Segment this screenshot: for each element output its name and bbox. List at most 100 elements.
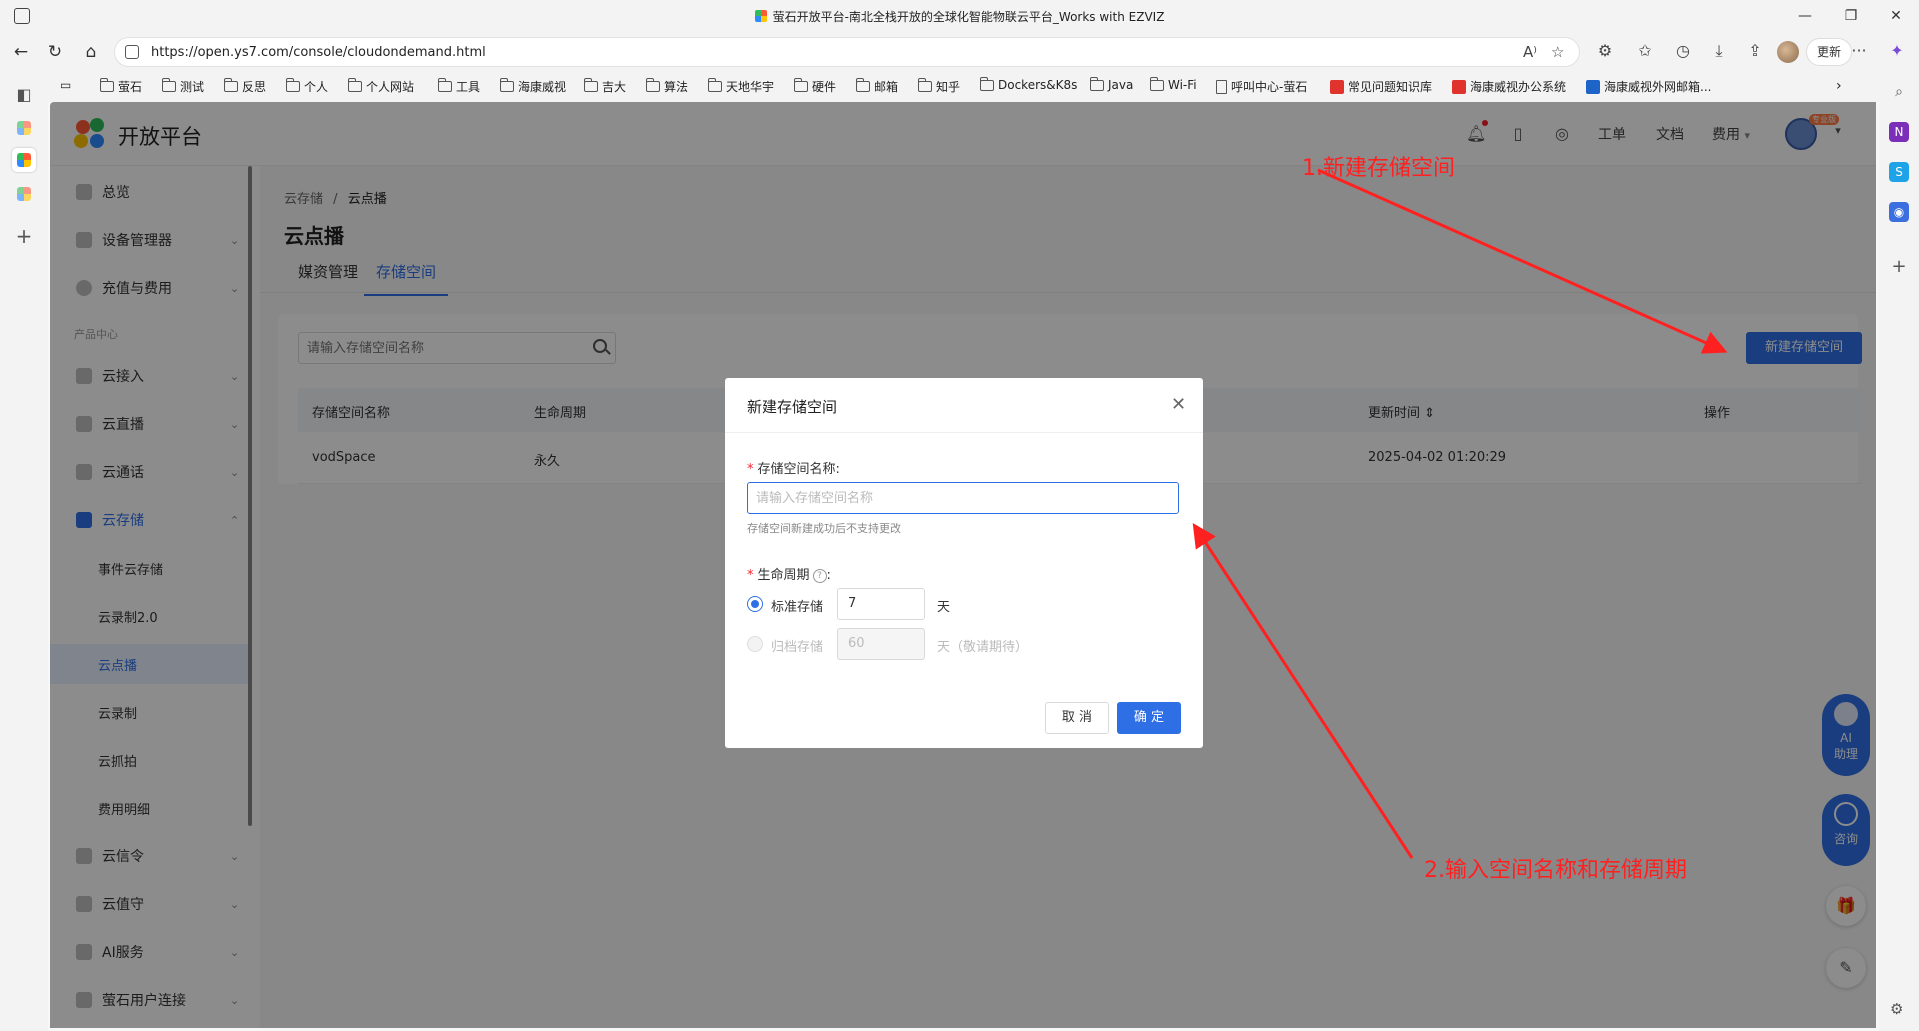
page-viewport: 开放平台 🔔︎ ▯ ◎ 工单 文档 费用 ▾ 专业版 ▾ 总览 设备管理器 ⌄ 充…	[50, 102, 1876, 1028]
ezviz-active-tab-icon[interactable]	[12, 148, 36, 172]
read-aloud-icon[interactable]: A⁾	[1523, 43, 1537, 61]
bookmark-item[interactable]: 海康威视办公系统	[1452, 78, 1566, 95]
bookmark-item[interactable]: 个人网站	[348, 78, 414, 95]
browser-right-rail: ⌕ N S ◉ +	[1879, 72, 1919, 1031]
ezviz-tab-icon[interactable]	[12, 116, 36, 140]
new-tab-plus-icon[interactable]: +	[12, 224, 36, 248]
red-badge-icon	[1330, 79, 1344, 94]
bookmark-item[interactable]: 吉大	[584, 78, 626, 95]
settings-gear-icon[interactable]: ⚙	[1890, 1000, 1903, 1018]
copilot-icon[interactable]: ✦	[1886, 41, 1908, 60]
bookmark-item[interactable]: 个人	[286, 78, 328, 95]
window-title: 萤石开放平台-南北全栈开放的全球化智能物联云平台_Works with EZVI…	[0, 8, 1919, 25]
folder-icon	[100, 78, 114, 92]
ezviz-logo-icon	[17, 121, 31, 135]
page-icon	[1216, 79, 1227, 94]
bookmark-item[interactable]: 海康威视	[500, 78, 566, 95]
name-field-label: * 存储空间名称:	[747, 462, 840, 477]
folder-icon	[162, 78, 176, 92]
standard-storage-radio[interactable]	[747, 596, 763, 612]
folder-icon	[708, 78, 722, 92]
bookmark-item[interactable]: 萤石	[100, 78, 142, 95]
extensions-icon[interactable]: ⚙	[1594, 41, 1616, 60]
url-text[interactable]: https://open.ys7.com/console/cloudondema…	[151, 45, 486, 60]
close-icon[interactable]: ✕	[1171, 394, 1186, 415]
skype-icon[interactable]: S	[1889, 162, 1909, 182]
url-field[interactable]: https://open.ys7.com/console/cloudondema…	[114, 37, 1580, 67]
dialog-divider	[725, 432, 1203, 433]
folder-icon	[918, 78, 932, 92]
folder-icon	[348, 78, 362, 92]
minimize-button[interactable]: —	[1782, 0, 1828, 32]
favorites-icon[interactable]: ✩	[1634, 41, 1656, 60]
favorite-star-icon[interactable]: ☆	[1551, 43, 1564, 61]
bookmark-item[interactable]: 反思	[224, 78, 266, 95]
folder-icon	[584, 78, 598, 92]
help-icon[interactable]: ?	[812, 569, 827, 583]
archive-storage-label: 归档存储	[771, 640, 824, 655]
onenote-icon[interactable]: N	[1889, 122, 1909, 142]
bookmark-apps-icon[interactable]: ▭	[60, 78, 71, 92]
standard-days-unit: 天	[937, 600, 951, 615]
storage-name-input[interactable]	[747, 482, 1179, 514]
update-button[interactable]: 更新	[1806, 38, 1853, 66]
bookmark-item[interactable]: 邮箱	[856, 78, 898, 95]
folder-icon	[500, 78, 514, 92]
back-button[interactable]: ←	[8, 40, 34, 64]
bookmark-item[interactable]: Dockers&K8s	[980, 76, 1077, 92]
bookmark-item[interactable]: Java	[1090, 76, 1133, 92]
maximize-button[interactable]: ❐	[1828, 0, 1874, 32]
ezviz-logo-icon	[17, 187, 31, 201]
window-titlebar: 萤石开放平台-南北全栈开放的全球化智能物联云平台_Works with EZVI…	[0, 0, 1919, 32]
ezviz-favicon-icon	[754, 10, 767, 22]
browser-left-rail: ◧ +	[0, 72, 48, 1031]
refresh-button[interactable]: ↻	[42, 40, 68, 64]
bookmark-item[interactable]: 天地华宇	[708, 78, 774, 95]
sidebar-toggle-icon[interactable]: ◧	[12, 82, 36, 106]
folder-icon	[224, 78, 238, 92]
close-window-button[interactable]: ✕	[1873, 0, 1919, 32]
create-storage-dialog: 新建存储空间 ✕ *存储空间名称: 存储空间新建成功后不支持更改 *生命周期?:…	[725, 378, 1203, 748]
home-button[interactable]: ⌂	[78, 40, 104, 64]
bookmark-item[interactable]: 算法	[646, 78, 688, 95]
standard-days-input[interactable]: 7	[837, 588, 925, 620]
bookmarks-bar: ▭ 萤石 测试 反思 个人 个人网站 工具 海康威视 吉大 算法 天地华宇 硬件…	[0, 72, 1919, 102]
cancel-button[interactable]: 取 消	[1045, 702, 1109, 734]
downloads-icon[interactable]: ⤓	[1708, 41, 1730, 61]
red-badge-icon	[1452, 79, 1466, 94]
folder-icon	[438, 78, 452, 92]
dialog-title: 新建存储空间	[747, 398, 838, 416]
lifecycle-field-label: * 生命周期?:	[747, 568, 831, 583]
site-info-icon[interactable]	[125, 45, 139, 59]
folder-icon	[286, 78, 300, 92]
more-menu-button[interactable]: ···	[1848, 41, 1870, 60]
history-icon[interactable]: ◷	[1672, 41, 1694, 60]
ezviz-tab-icon[interactable]	[12, 182, 36, 206]
profile-avatar[interactable]	[1777, 41, 1799, 63]
confirm-button[interactable]: 确 定	[1117, 702, 1181, 734]
folder-icon	[856, 78, 870, 92]
bookmark-item[interactable]: 海康威视外网邮箱...	[1586, 78, 1711, 95]
folder-icon	[794, 78, 808, 92]
bookmark-item[interactable]: 工具	[438, 78, 480, 95]
standard-storage-label[interactable]: 标准存储	[771, 596, 823, 615]
ezviz-logo-icon	[17, 153, 31, 167]
folder-icon	[1090, 76, 1104, 91]
bookmarks-overflow-chevron-icon[interactable]: ›	[1836, 78, 1842, 94]
add-sidebar-app-icon[interactable]: +	[1889, 256, 1909, 277]
name-hint: 存储空间新建成功后不支持更改	[747, 522, 901, 535]
bookmark-item[interactable]: 呼叫中心-萤石	[1216, 78, 1307, 95]
share-icon[interactable]: ⇪	[1744, 41, 1766, 60]
folder-icon	[646, 78, 660, 92]
annotation-step1-label: 1.新建存储空间	[1302, 156, 1455, 181]
archive-storage-radio	[747, 636, 763, 652]
bookmark-item[interactable]: 知乎	[918, 78, 960, 95]
outlook-icon	[1586, 79, 1600, 94]
archive-days-input: 60	[837, 628, 925, 660]
bookmark-item[interactable]: Wi-Fi	[1150, 76, 1197, 92]
m365-icon[interactable]: ◉	[1889, 202, 1909, 222]
bookmark-item[interactable]: 硬件	[794, 78, 836, 95]
bookmark-item[interactable]: 测试	[162, 78, 204, 95]
bookmark-item[interactable]: 常见问题知识库	[1330, 78, 1432, 95]
search-icon[interactable]: ⌕	[1889, 82, 1909, 102]
